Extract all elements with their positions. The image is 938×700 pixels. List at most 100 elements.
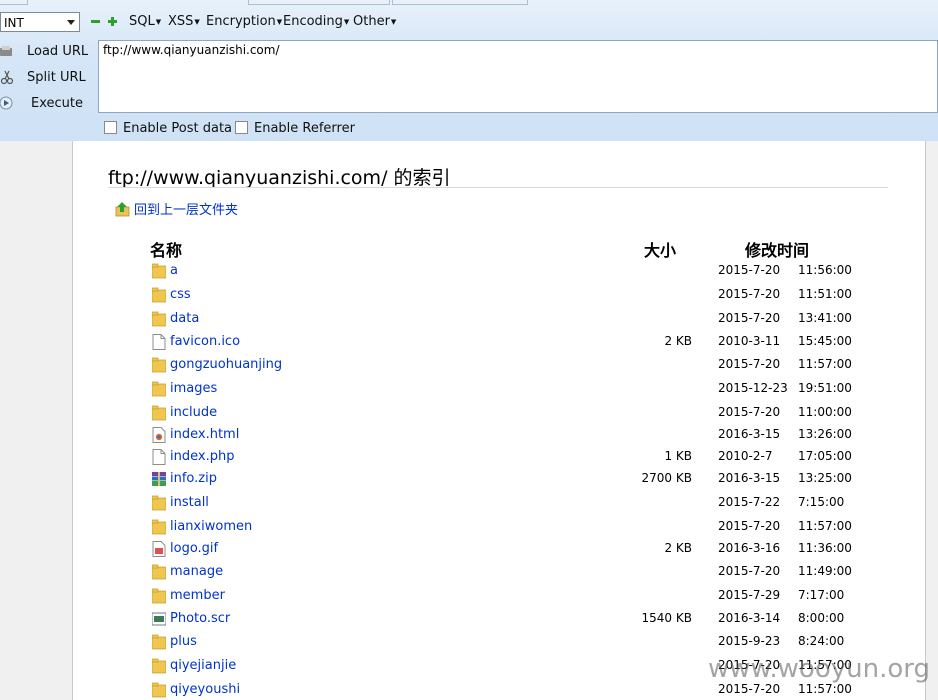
menu-sql[interactable]: SQL▼	[129, 14, 161, 29]
menu-encoding[interactable]: Encoding▼	[283, 14, 349, 29]
file-link[interactable]: plus	[170, 634, 197, 649]
up-folder-icon	[115, 202, 130, 217]
plus-icon[interactable]	[108, 17, 117, 26]
folder-icon	[152, 311, 166, 327]
load-url-icon	[0, 46, 12, 56]
int-select-value: INT	[4, 16, 24, 30]
file-link[interactable]: favicon.ico	[170, 334, 240, 349]
ftp-listing-page: ftp://www.qianyuanzishi.com/ 的索引 回到上一层文件…	[72, 141, 926, 700]
file-link[interactable]: manage	[170, 564, 223, 579]
file-time: 11:57:00	[798, 682, 852, 696]
load-url-label: Load URL	[27, 44, 89, 59]
parent-folder-link[interactable]: 回到上一层文件夹	[115, 199, 238, 218]
table-row: install 2015-7-22 7:15:00	[73, 493, 925, 516]
execute-label: Execute	[31, 96, 83, 111]
file-date: 2016-3-15	[718, 427, 781, 441]
file-time: 13:25:00	[798, 471, 852, 485]
caret-icon: ▼	[343, 17, 350, 26]
enable-referrer-checkbox[interactable]: Enable Referrer	[235, 121, 355, 136]
split-url-button[interactable]: Split URL	[0, 67, 90, 89]
folder-icon	[152, 381, 166, 397]
file-link[interactable]: data	[170, 311, 199, 326]
file-size: 1540 KB	[641, 611, 692, 625]
file-link[interactable]: index.php	[170, 449, 234, 464]
minus-icon[interactable]	[91, 17, 100, 26]
table-row: favicon.ico 2 KB 2010-3-11 15:45:00	[73, 332, 925, 355]
table-row: index.php 1 KB 2010-2-7 17:05:00	[73, 447, 925, 470]
file-date: 2015-7-20	[718, 287, 781, 301]
folder-icon	[152, 357, 166, 373]
html-file-icon	[152, 427, 166, 443]
file-link[interactable]: install	[170, 495, 209, 510]
menu-encryption-label: Encryption	[206, 14, 276, 29]
table-row: index.html 2016-3-15 13:26:00	[73, 425, 925, 448]
file-date: 2015-7-20	[718, 311, 781, 325]
execute-button[interactable]: Execute	[0, 93, 90, 115]
split-url-label: Split URL	[27, 70, 86, 85]
file-date: 2015-7-20	[718, 564, 781, 578]
int-select[interactable]: INT	[0, 12, 80, 32]
file-icon	[152, 334, 166, 350]
checkbox-box[interactable]	[104, 121, 117, 134]
menu-encoding-label: Encoding	[283, 14, 343, 29]
folder-icon	[152, 682, 166, 698]
file-time: 8:24:00	[798, 634, 845, 648]
table-row: info.zip 2700 KB 2016-3-15 13:25:00	[73, 469, 925, 492]
file-link[interactable]: Photo.scr	[170, 611, 230, 626]
file-time: 19:51:00	[798, 381, 852, 395]
file-icon	[152, 449, 166, 465]
column-header-name: 名称	[150, 241, 183, 260]
file-date: 2010-3-11	[718, 334, 781, 348]
enable-post-label: Enable Post data	[123, 121, 233, 136]
url-textarea[interactable]: ftp://www.qianyuanzishi.com/	[98, 40, 938, 113]
file-time: 17:05:00	[798, 449, 852, 463]
file-time: 11:56:00	[798, 263, 852, 277]
folder-icon	[152, 495, 166, 511]
file-time: 7:15:00	[798, 495, 845, 509]
file-time: 8:00:00	[798, 611, 845, 625]
menu-encryption[interactable]: Encryption▼	[206, 14, 282, 29]
tab-middle[interactable]	[248, 0, 390, 5]
file-link[interactable]: info.zip	[170, 471, 217, 486]
file-date: 2015-7-20	[718, 682, 781, 696]
folder-icon	[152, 634, 166, 650]
file-link[interactable]: logo.gif	[170, 541, 218, 556]
file-date: 2015-7-20	[718, 519, 781, 533]
folder-icon	[152, 287, 166, 303]
file-link[interactable]: include	[170, 405, 217, 420]
tab-strip	[0, 0, 938, 6]
enable-post-checkbox[interactable]: Enable Post data	[104, 121, 232, 136]
table-row: css 2015-7-20 11:51:00	[73, 285, 925, 308]
file-link[interactable]: lianxiwomen	[170, 519, 252, 534]
file-time: 11:49:00	[798, 564, 852, 578]
file-link[interactable]: a	[170, 263, 178, 278]
file-link[interactable]: qiyeyoushi	[170, 682, 240, 697]
menu-other-label: Other	[353, 14, 390, 29]
table-row: include 2015-7-20 11:00:00	[73, 403, 925, 426]
file-link[interactable]: member	[170, 588, 225, 603]
enable-referrer-label: Enable Referrer	[254, 121, 355, 136]
table-row: manage 2015-7-20 11:49:00	[73, 562, 925, 585]
file-time: 13:41:00	[798, 311, 852, 325]
file-time: 11:51:00	[798, 287, 852, 301]
menu-other[interactable]: Other▼	[353, 14, 396, 29]
hackbar-toolbar: INT SQL▼ XSS▼ Encryption▼ Encoding▼ Othe…	[0, 0, 938, 141]
tab-right[interactable]	[392, 0, 528, 5]
menu-xss-label: XSS	[168, 14, 194, 29]
menu-xss[interactable]: XSS▼	[168, 14, 200, 29]
tab-left[interactable]	[0, 0, 28, 5]
file-date: 2015-7-20	[718, 357, 781, 371]
file-link[interactable]: gongzuohuanjing	[170, 357, 282, 372]
file-link[interactable]: qiyejianjie	[170, 658, 236, 673]
file-link[interactable]: css	[170, 287, 191, 302]
file-date: 2015-7-20	[718, 263, 781, 277]
file-date: 2015-9-23	[718, 634, 781, 648]
image-file-icon	[152, 541, 166, 557]
checkbox-box[interactable]	[235, 121, 248, 134]
menu-sql-label: SQL	[129, 14, 155, 29]
table-row: a 2015-7-20 11:56:00	[73, 261, 925, 284]
file-link[interactable]: images	[170, 381, 217, 396]
file-link[interactable]: index.html	[170, 427, 239, 442]
load-url-button[interactable]: Load URL	[0, 41, 90, 63]
folder-icon	[152, 519, 166, 535]
